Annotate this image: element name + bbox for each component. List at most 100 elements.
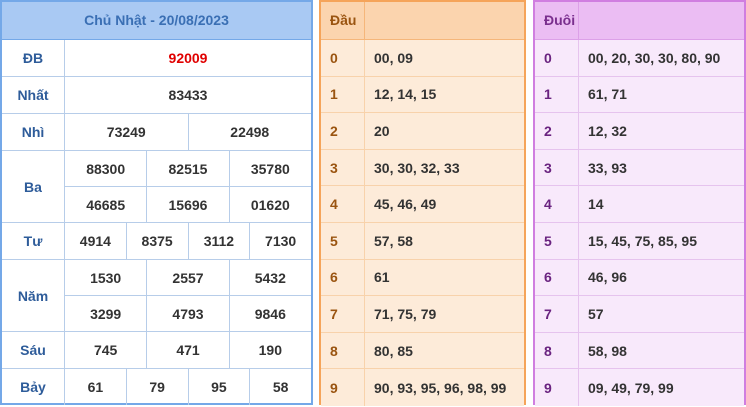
tail-table-header: Đuôi: [535, 2, 744, 40]
head-numbers: 71, 75, 79: [374, 305, 437, 322]
head-row: 5 57, 58: [321, 222, 524, 260]
head-digit: 4: [321, 186, 365, 222]
prize-numbers: 4914 8375 3112 7130: [65, 223, 311, 259]
prize-numbers: 61 79 95 58: [65, 369, 311, 405]
head-numbers: 30, 30, 32, 33: [374, 159, 460, 176]
special-prize-number: 92009: [168, 50, 208, 66]
tail-table-body: 0 00, 20, 30, 30, 80, 90 1 61, 71 2 12, 32 3 33…: [535, 40, 744, 406]
head-digit: 9: [321, 369, 365, 406]
prize-number: 22498: [187, 114, 312, 150]
prize-number: 7130: [249, 223, 311, 259]
head-numbers: 57, 58: [374, 232, 413, 249]
prize-row: ĐB 92009: [2, 40, 311, 77]
tail-numbers: 58, 98: [588, 342, 627, 359]
head-row: 3 30, 30, 32, 33: [321, 149, 524, 187]
prize-number: 82515: [146, 151, 228, 186]
head-row: 7 71, 75, 79: [321, 296, 524, 333]
prize-number: 95: [187, 369, 250, 405]
tail-row: 1 61, 71: [535, 76, 744, 114]
prize-number: 471: [146, 332, 228, 368]
tail-digit: 9: [535, 369, 579, 406]
prize-number-line: 745 471 190: [65, 332, 311, 368]
head-digit: 7: [321, 296, 365, 332]
prize-number: 01620: [228, 187, 311, 222]
tail-row: 5 15, 45, 75, 85, 95: [535, 222, 744, 260]
head-digit: 6: [321, 259, 365, 296]
prize-number: 35780: [228, 151, 311, 186]
tail-digit: 4: [535, 186, 579, 222]
prize-numbers: 88300 82515 35780 46685 15696 01620: [65, 151, 311, 222]
prize-label: Ba: [2, 151, 65, 222]
head-digit: 0: [321, 40, 365, 76]
prize-label: Bảy: [2, 369, 65, 405]
tail-row: 6 46, 96: [535, 259, 744, 297]
prize-number: 4914: [79, 233, 111, 249]
prize-row: Sáu 745 471 190: [2, 332, 311, 369]
prize-label: ĐB: [2, 40, 65, 76]
prize-number: 83433: [168, 87, 208, 103]
prize-row: Năm 1530 2557 5432 3299 4793 9846: [2, 260, 311, 332]
prize-number-line: 3299 4793 9846: [65, 295, 311, 331]
head-numbers: 90, 93, 95, 96, 98, 99: [374, 379, 507, 396]
prize-row: Bảy 61 79 95 58: [2, 369, 311, 405]
head-digit: 2: [321, 113, 365, 149]
prize-row: Nhì 73249 22498: [2, 114, 311, 151]
tail-row: 2 12, 32: [535, 113, 744, 150]
head-numbers: 12, 14, 15: [374, 86, 437, 103]
prize-number-line: 73249 22498: [65, 114, 311, 150]
tail-digit: 0: [535, 40, 579, 76]
tail-row: 8 58, 98: [535, 332, 744, 370]
prize-number-line: 46685 15696 01620: [65, 186, 311, 222]
prize-label: Tư: [2, 223, 65, 259]
prize-row: Ba 88300 82515 35780 46685 15696 01620: [2, 151, 311, 223]
prize-number: 5432: [228, 260, 311, 295]
head-row: 4 45, 46, 49: [321, 186, 524, 223]
head-table-body: 0 00, 09 1 12, 14, 15 2 20 3 30, 30, 32, 33 4 45,…: [321, 40, 524, 406]
head-numbers: 20: [374, 122, 390, 139]
tail-digit: 5: [535, 222, 579, 259]
tail-table-title: Đuôi: [535, 2, 579, 39]
prize-number-line: 88300 82515 35780: [65, 151, 311, 186]
prize-number: 58: [249, 369, 311, 405]
head-row: 1 12, 14, 15: [321, 76, 524, 114]
prize-number-line: 4914 8375 3112 7130: [65, 223, 311, 259]
prize-number: 190: [228, 332, 311, 368]
head-digit: 5: [321, 222, 365, 259]
prize-number: 745: [93, 342, 118, 358]
tail-row: 7 57: [535, 296, 744, 333]
tail-digit: 7: [535, 296, 579, 332]
prize-numbers: 1530 2557 5432 3299 4793 9846: [65, 260, 311, 331]
prize-row: Tư 4914 8375 3112 7130: [2, 223, 311, 260]
prize-number: 3299: [90, 305, 122, 322]
prize-numbers: 92009: [65, 40, 311, 76]
tail-numbers: 15, 45, 75, 85, 95: [588, 232, 697, 249]
tail-row: 9 09, 49, 79, 99: [535, 369, 744, 406]
prize-label: Nhì: [2, 114, 65, 150]
tail-digit: 1: [535, 76, 579, 113]
prize-number: 46685: [86, 196, 126, 213]
tail-numbers: 09, 49, 79, 99: [588, 379, 674, 396]
prize-number: 61: [87, 379, 104, 395]
prize-number: 1530: [90, 269, 122, 286]
prize-number: 88300: [86, 160, 126, 177]
prize-label: Sáu: [2, 332, 65, 368]
tail-numbers: 00, 20, 30, 30, 80, 90: [588, 49, 721, 66]
head-numbers: 61: [374, 269, 390, 286]
prize-label: Nhất: [2, 77, 65, 113]
tail-digit: 6: [535, 259, 579, 296]
tail-numbers: 57: [588, 305, 604, 322]
results-table: Chủ Nhật - 20/08/2023 ĐB 92009 Nhất 83433 Nh…: [0, 0, 313, 405]
prize-number-line: 92009: [65, 40, 311, 76]
prize-number: 8375: [125, 223, 188, 259]
prize-numbers: 745 471 190: [65, 332, 311, 368]
head-row: 6 61: [321, 259, 524, 297]
prize-number: 15696: [146, 187, 228, 222]
tail-numbers: 33, 93: [588, 159, 627, 176]
head-numbers: 00, 09: [374, 49, 413, 66]
prize-number: 79: [125, 369, 188, 405]
head-row: 8 80, 85: [321, 332, 524, 370]
tail-digit: 8: [535, 332, 579, 369]
prize-numbers: 83433: [65, 77, 311, 113]
head-table-header: Đầu: [321, 2, 524, 40]
prize-number: 2557: [146, 260, 228, 295]
